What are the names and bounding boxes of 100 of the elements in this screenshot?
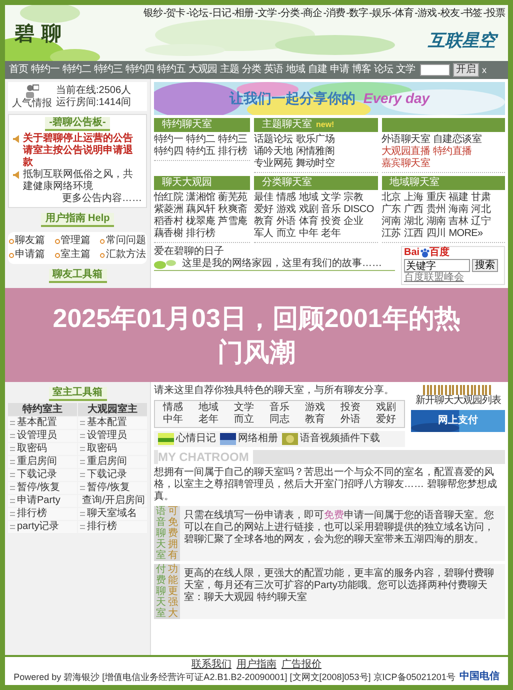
room-link[interactable]: 排行榜 [186, 228, 216, 240]
category-link[interactable]: 文学 [226, 402, 262, 414]
top-link[interactable]: -投票 [483, 8, 505, 20]
help-link[interactable]: 常问问题 [100, 235, 146, 247]
tool-link[interactable]: 排行榜 [8, 508, 77, 520]
nav-link[interactable]: 首页 [9, 64, 28, 76]
tool-link[interactable]: 取密码 [78, 443, 147, 455]
tool-link[interactable]: 重启房间 [78, 456, 147, 468]
footer-link[interactable]: 用户指南 [236, 659, 276, 671]
category-link[interactable]: 爱好 [368, 414, 404, 426]
room-link[interactable]: 专业网苑 [254, 158, 293, 170]
room-link[interactable]: 舞动时空 [296, 158, 335, 170]
room-link[interactable]: 教育 [254, 216, 274, 228]
room-link[interactable]: 宗教 [344, 192, 364, 204]
help-link[interactable]: 聊友篇 [9, 235, 55, 247]
category-link[interactable]: 教育 [297, 414, 333, 426]
room-link[interactable]: 情感 [276, 192, 296, 204]
room-link[interactable]: 辽宁 [471, 216, 491, 228]
room-link[interactable]: 体育 [298, 216, 318, 228]
category-link[interactable]: 外语 [332, 414, 368, 426]
nav-link[interactable]: 特约五 [157, 64, 186, 76]
room-link[interactable]: 企业 [344, 216, 364, 228]
room-link[interactable]: 排行榜 [218, 146, 248, 158]
room-link[interactable]: 特约直播 [433, 146, 472, 158]
top-link[interactable]: -日记 [209, 8, 231, 20]
top-link[interactable]: -贺卡 [163, 8, 186, 20]
room-link[interactable]: 特约五 [186, 146, 216, 158]
tool-link[interactable]: 暂停/恢复 [78, 482, 147, 494]
nav-link[interactable]: 文学 [396, 64, 415, 76]
top-link[interactable]: -商企 [300, 8, 322, 20]
tool-link[interactable]: 设管理员 [78, 430, 147, 442]
room-link[interactable]: 文学 [321, 192, 341, 204]
nav-input[interactable] [420, 64, 450, 76]
help-link[interactable]: 申请篇 [9, 249, 55, 261]
nav-link[interactable]: 申请 [330, 64, 349, 76]
room-link[interactable]: 重庆 [426, 192, 446, 204]
room-link[interactable]: 中年 [298, 228, 318, 240]
category-link[interactable]: 情感 [155, 402, 191, 414]
tool-link[interactable]: 重启房间 [8, 456, 77, 468]
room-link[interactable]: 北京 [382, 192, 401, 204]
notice-link[interactable]: 关于碧聊停止运营的公告 [23, 133, 142, 145]
room-link[interactable]: 河南 [382, 216, 401, 228]
room-link[interactable]: 特约一 [154, 134, 184, 146]
top-link[interactable]: -文学 [254, 8, 277, 20]
nav-link[interactable]: 主题 [220, 64, 239, 76]
quick-link[interactable]: 心情日记 [158, 433, 216, 445]
room-link[interactable]: 投资 [321, 216, 341, 228]
room-link[interactable]: 江苏 [382, 228, 401, 240]
room-link[interactable]: 蘅芜苑 [218, 192, 248, 204]
open-button[interactable]: 开启 [453, 63, 479, 77]
tool-link[interactable]: 申请Party [8, 495, 77, 507]
tool-link[interactable]: 暂停/恢复 [8, 482, 77, 494]
top-link[interactable]: -体育 [392, 8, 414, 20]
room-link[interactable]: 特约三 [218, 134, 248, 146]
top-link[interactable]: -相册 [232, 8, 254, 20]
room-link[interactable]: 江西 [404, 228, 424, 240]
room-link[interactable]: 地域 [298, 192, 318, 204]
room-link[interactable]: 最佳 [254, 192, 274, 204]
category-link[interactable]: 戏剧 [368, 402, 404, 414]
room-link[interactable]: 栊翠庵 [186, 216, 216, 228]
close-mark[interactable]: x [482, 64, 486, 76]
room-link[interactable]: 特约二 [186, 134, 216, 146]
nav-link[interactable]: 自建 [308, 64, 327, 76]
top-link[interactable]: -消费 [323, 8, 346, 20]
room-link[interactable]: 而立 [276, 228, 296, 240]
nav-link[interactable]: 特约二 [62, 64, 91, 76]
nav-link[interactable]: 特约一 [31, 64, 60, 76]
nav-link[interactable]: 论坛 [374, 64, 393, 76]
nav-link[interactable]: 特约三 [94, 64, 122, 76]
help-link[interactable]: 汇款方法 [100, 249, 146, 261]
help-link[interactable]: 管理篇 [54, 235, 100, 247]
room-link[interactable]: 上海 [404, 192, 424, 204]
tool-link[interactable]: 下载记录 [78, 469, 147, 481]
room-link[interactable]: 军人 [254, 228, 274, 240]
room-link[interactable]: 河北 [471, 204, 491, 216]
top-link[interactable]: 银纱 [143, 8, 162, 20]
room-link[interactable]: 四川 [426, 228, 446, 240]
room-link[interactable]: 广西 [404, 204, 424, 216]
room-link[interactable]: 吉林 [448, 216, 468, 228]
room-link[interactable]: 游戏 [276, 204, 296, 216]
notice-link[interactable]: 请室主按公告说明申请退款 [23, 145, 142, 169]
room-link[interactable]: 藕香榭 [154, 228, 184, 240]
quick-link[interactable]: 网络相册 [220, 433, 278, 445]
room-link[interactable]: 怡红院 [154, 192, 184, 204]
room-link[interactable]: 福建 [448, 192, 468, 204]
room-link[interactable]: 广东 [382, 204, 401, 216]
top-link[interactable]: -校友 [437, 8, 460, 20]
search-field[interactable]: 关键字 [404, 259, 470, 272]
room-link[interactable]: MORE» [448, 228, 483, 240]
room-link[interactable]: 稻香村 [154, 216, 184, 228]
tool-link[interactable]: 取密码 [8, 443, 77, 455]
room-link[interactable]: 歌乐广场 [296, 134, 335, 146]
room-link[interactable]: 甘肃 [471, 192, 491, 204]
tool-link[interactable]: 排行榜 [78, 521, 147, 533]
tool-link[interactable]: 设管理员 [8, 430, 77, 442]
room-link[interactable]: 戏剧 [298, 204, 318, 216]
room-link[interactable]: 秋爽斋 [218, 204, 248, 216]
quick-link[interactable]: 语音视频插件下载 [282, 433, 380, 445]
partner-logo[interactable]: 互联星空 [428, 28, 496, 54]
nav-link[interactable]: 英语 [264, 64, 283, 76]
